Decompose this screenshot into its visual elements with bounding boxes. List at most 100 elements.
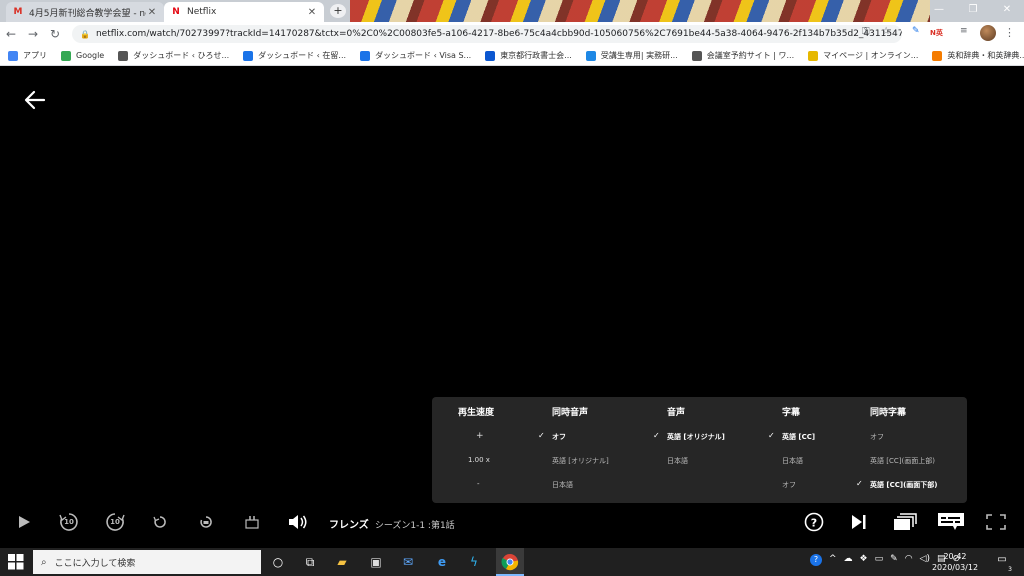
subtitles-header: 字幕 <box>782 408 801 418</box>
tab-gmail[interactable]: M 4月5月新刊総合教学会望 - net ✕ <box>6 2 164 22</box>
play-button[interactable] <box>12 507 36 537</box>
pen-extension-icon[interactable]: ✎ <box>912 26 920 36</box>
bookmark-item[interactable]: マイページ | オンライン... <box>808 50 918 61</box>
rewind-10-button[interactable]: 10 <box>56 507 82 537</box>
episodes-button[interactable] <box>891 507 919 537</box>
search-placeholder: ここに入力して検索 <box>54 558 136 569</box>
undo-button[interactable] <box>150 507 170 537</box>
taskbar-clock[interactable]: 20:42 2020/03/12 <box>930 551 980 573</box>
dual-audio-header: 同時音声 <box>552 408 589 418</box>
dropbox-icon[interactable]: ❖ <box>860 554 868 566</box>
subtitle-option[interactable]: オフ <box>782 480 796 490</box>
apps-grid-icon <box>8 50 18 61</box>
back-icon[interactable]: ← <box>0 27 22 41</box>
speed-decrease-button[interactable]: - <box>477 480 480 488</box>
cortana-icon[interactable]: ○ <box>268 552 288 572</box>
audio-option[interactable]: 日本語 <box>667 456 688 466</box>
player-controls: 10 10 フレンズ シーズン1-1 :第1話 ? <box>0 507 1024 537</box>
gmail-icon: M <box>13 7 23 17</box>
bookmark-item[interactable]: 東京都行政書士会... <box>485 50 572 61</box>
help-icon: ? <box>804 512 824 532</box>
chrome-taskbar-button[interactable] <box>496 548 524 576</box>
speed-increase-button[interactable]: + <box>476 431 484 441</box>
new-tab-button[interactable]: + <box>330 4 346 18</box>
notification-center-icon[interactable]: ▭ 3 <box>994 554 1012 573</box>
dual-audio-option[interactable]: オフ <box>552 432 566 442</box>
dual-audio-option[interactable]: 英語 [オリジナル] <box>552 456 609 466</box>
bookmarks-overflow-icon[interactable]: » <box>1006 50 1012 60</box>
edge-icon[interactable]: e <box>432 552 452 572</box>
bookmark-item[interactable]: 受講生専用| 実務研... <box>585 50 678 61</box>
file-explorer-icon[interactable]: ▰ <box>332 552 352 572</box>
replay-subtitle-button[interactable] <box>196 507 216 537</box>
subtitle-toggle-button[interactable] <box>242 507 262 537</box>
close-icon[interactable]: ✕ <box>146 7 158 18</box>
battery-icon[interactable]: ▭ <box>875 554 884 566</box>
bookmark-item[interactable]: ダッシュボード ‹ 在留... <box>243 50 346 61</box>
bookmark-label: 英和辞典・和英辞典... <box>947 51 1024 60</box>
episode-title: フレンズ シーズン1-1 :第1話 <box>329 516 455 531</box>
next-episode-button[interactable] <box>846 507 872 537</box>
bookmarks-bar: アプリ Google ダッシュボード ‹ ひろせ... ダッシュボード ‹ 在留...… <box>0 46 1024 66</box>
mail-icon[interactable]: ✉ <box>398 552 418 572</box>
reading-list-icon[interactable]: ≡ <box>960 26 968 36</box>
bookmark-label: ダッシュボード ‹ ひろせ... <box>133 51 230 60</box>
pen-tray-icon[interactable]: ✎ <box>890 554 898 566</box>
speaker-icon[interactable]: ◁) <box>920 554 930 566</box>
subtitle-option[interactable]: 日本語 <box>782 456 803 466</box>
dual-audio-option[interactable]: 日本語 <box>552 480 573 490</box>
store-icon[interactable]: ▣ <box>366 552 386 572</box>
windows-start-icon[interactable] <box>8 554 24 570</box>
bookmark-favicon-icon <box>360 50 371 61</box>
chevron-up-icon[interactable]: ^ <box>829 554 837 566</box>
star-icon[interactable]: ☆ <box>882 26 891 37</box>
bookmark-item[interactable]: アプリ <box>8 50 47 61</box>
help-button[interactable]: ? <box>801 507 827 537</box>
windows-taskbar: ⌕ ここに入力して検索 ○ ⧉ ▰ ▣ ✉ e ϟ ? ^ ☁ ❖ ▭ ✎ ◠ … <box>0 548 1024 576</box>
translate-extension-icon[interactable]: N英 <box>930 28 943 38</box>
reload-icon[interactable]: ↻ <box>44 27 66 41</box>
chrome-icon <box>501 554 519 571</box>
address-bar[interactable]: 🔒 netflix.com/watch/70273997?trackId=141… <box>72 25 902 43</box>
avatar[interactable] <box>980 25 996 41</box>
wifi-icon[interactable]: ◠ <box>905 554 913 566</box>
dual-subtitle-option[interactable]: オフ <box>870 432 884 442</box>
bookmark-favicon-icon <box>585 50 596 61</box>
visual-studio-icon[interactable]: ϟ <box>464 552 484 572</box>
audio-option[interactable]: 英語 [オリジナル] <box>667 432 725 442</box>
check-icon: ✓ <box>653 431 660 440</box>
tab-netflix[interactable]: N Netflix ✕ <box>164 2 324 22</box>
episode-label: シーズン1-1 :第1話 <box>374 521 455 531</box>
maximize-icon[interactable]: ❐ <box>956 0 990 22</box>
bookmark-item[interactable]: ダッシュボード ‹ Visa S... <box>360 50 471 61</box>
minimize-icon[interactable]: — <box>922 0 956 22</box>
fullscreen-button[interactable] <box>984 507 1008 537</box>
back-arrow-icon[interactable] <box>24 89 46 111</box>
forward-10-button[interactable]: 10 <box>102 507 128 537</box>
volume-button[interactable] <box>286 507 310 537</box>
task-view-icon[interactable]: ⧉ <box>300 552 320 572</box>
video-player[interactable]: 再生速度 + 1.00 x - 同時音声 ✓ オフ 英語 [オリジナル] 日本語… <box>0 67 1024 548</box>
close-icon[interactable]: ✕ <box>306 7 318 18</box>
svg-text:?: ? <box>811 517 817 530</box>
dual-subtitle-option[interactable]: 英語 [CC](画面下部) <box>870 480 938 490</box>
close-window-icon[interactable]: ✕ <box>990 0 1024 22</box>
browser-toolbar: ← → ↻ 🔒 netflix.com/watch/70273997?track… <box>0 22 1024 46</box>
help-tray-icon[interactable]: ? <box>810 554 822 566</box>
forward-icon[interactable]: → <box>22 27 44 41</box>
bookmark-label: 会議室予約サイト | ワ... <box>706 51 795 60</box>
volume-icon <box>289 515 307 529</box>
replay-subtitle-icon <box>200 516 212 528</box>
bookmark-item[interactable]: 会議室予約サイト | ワ... <box>691 50 795 61</box>
subtitle-option[interactable]: 英語 [CC] <box>782 432 815 442</box>
bookmark-favicon-icon <box>61 50 71 61</box>
audio-subtitles-button[interactable] <box>936 507 966 537</box>
dual-subtitle-option[interactable]: 英語 [CC](画面上部) <box>870 456 935 466</box>
key-icon[interactable]: ⚿ <box>862 26 870 37</box>
check-icon: ✓ <box>856 479 863 488</box>
onedrive-icon[interactable]: ☁ <box>844 554 853 566</box>
bookmark-item[interactable]: Google <box>61 50 104 61</box>
taskbar-search-input[interactable]: ⌕ ここに入力して検索 <box>33 550 261 574</box>
bookmark-item[interactable]: ダッシュボード ‹ ひろせ... <box>118 50 229 61</box>
more-menu-icon[interactable]: ⋮ <box>1004 26 1015 39</box>
